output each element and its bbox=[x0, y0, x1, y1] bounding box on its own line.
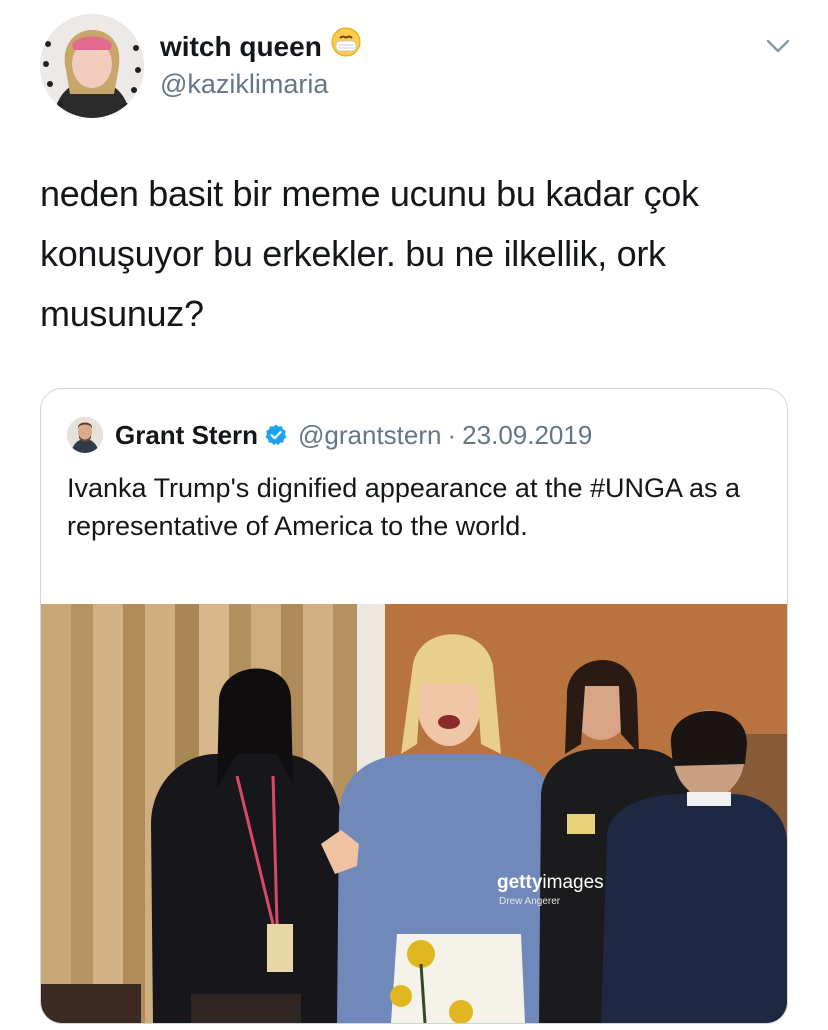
quoted-tweet-photo[interactable]: gettyimages Drew Angerer bbox=[41, 604, 787, 1023]
photo-image bbox=[41, 604, 787, 1023]
quoted-tweet-text: Ivanka Trump's dignified appearance at t… bbox=[67, 473, 741, 541]
verified-badge-icon bbox=[264, 423, 288, 447]
quoted-tweet-date[interactable]: 23.09.2019 bbox=[462, 420, 592, 451]
separator-dot: · bbox=[447, 419, 457, 450]
avatar-image bbox=[40, 14, 144, 118]
quoted-user-handle[interactable]: @grantstern bbox=[298, 420, 441, 451]
getty-watermark: gettyimages bbox=[497, 872, 604, 894]
tweet-text: neden basit bir meme ucunu bu kadar çok … bbox=[40, 173, 699, 334]
quoted-tweet-card[interactable]: Grant Stern @grantstern · 23.09.2019 Iva… bbox=[40, 388, 788, 1024]
watermark-rest: images bbox=[542, 872, 604, 893]
user-handle[interactable]: @kaziklimaria bbox=[160, 67, 362, 101]
user-avatar[interactable] bbox=[40, 14, 144, 118]
quoted-display-name[interactable]: Grant Stern bbox=[115, 420, 258, 451]
photo-credit: Drew Angerer bbox=[499, 896, 561, 907]
watermark-bold: getty bbox=[497, 872, 543, 893]
quoted-user-avatar[interactable] bbox=[67, 417, 103, 453]
chevron-down-icon[interactable] bbox=[762, 30, 794, 62]
quoted-tweet-header: Grant Stern @grantstern · 23.09.2019 bbox=[67, 417, 592, 453]
tweet-header: witch queen @kaziklimaria bbox=[160, 26, 362, 101]
display-name-row[interactable]: witch queen bbox=[160, 26, 362, 67]
tweet: witch queen @kaziklimaria neden basit bi… bbox=[0, 0, 828, 1030]
display-name[interactable]: witch queen bbox=[160, 29, 322, 65]
face-with-medical-mask-icon bbox=[330, 26, 362, 67]
